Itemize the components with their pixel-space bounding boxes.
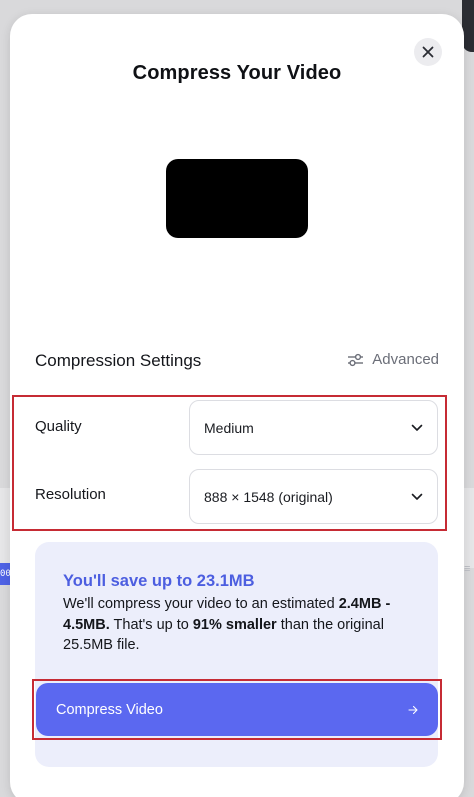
background-badge: 00: [0, 563, 10, 585]
compress-video-button[interactable]: Compress Video: [36, 683, 438, 736]
arrow-right-icon: [408, 705, 418, 714]
resolution-label: Resolution: [35, 486, 106, 503]
modal-title: Compress Your Video: [132, 62, 342, 84]
close-icon: [422, 46, 434, 58]
quality-value: Medium: [204, 419, 254, 436]
savings-description: We'll compress your video to an estimate…: [63, 594, 413, 656]
video-preview: [166, 159, 308, 238]
resolution-select[interactable]: 888 × 1548 (original): [189, 469, 438, 524]
quality-select[interactable]: Medium: [189, 400, 438, 455]
quality-label: Quality: [35, 418, 82, 435]
resolution-value: 888 × 1548 (original): [204, 488, 333, 505]
chevron-down-icon: [411, 424, 423, 431]
advanced-label: Advanced: [372, 351, 439, 368]
savings-prefix: We'll compress your video to an estimate…: [63, 596, 339, 612]
compress-modal: Compress Your Video Compression Settings…: [10, 14, 464, 797]
savings-headline: You'll save up to 23.1MB: [63, 572, 255, 590]
compress-button-label: Compress Video: [56, 701, 163, 718]
sliders-icon: [348, 353, 364, 366]
savings-mid: That's up to: [109, 616, 193, 633]
background-drag-icon: ≡: [464, 563, 471, 575]
chevron-down-icon: [411, 493, 423, 500]
advanced-button[interactable]: Advanced: [347, 351, 439, 368]
savings-percent: 91% smaller: [192, 616, 277, 633]
settings-heading: Compression Settings: [35, 351, 202, 370]
